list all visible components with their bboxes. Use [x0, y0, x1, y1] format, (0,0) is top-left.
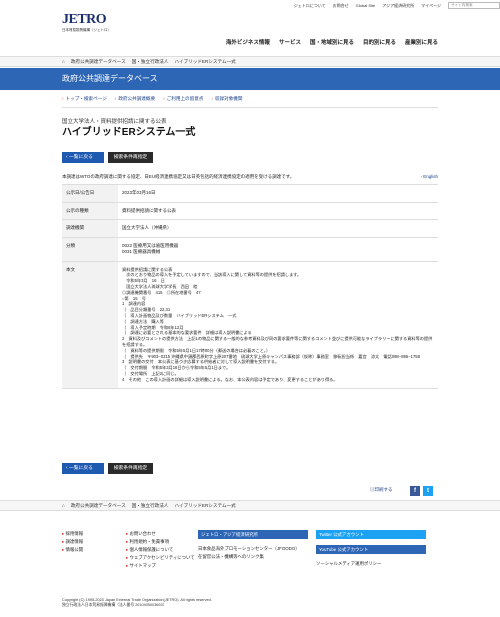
- footer-col-2: お問い合わせ 利用規約・免責事項 個人情報保護について ウェブアクセシビリティに…: [126, 530, 198, 570]
- footer-col-3: ジェトロ・アジア経済研究所 日本食品海外プロモーションセンター（JFOODO） …: [198, 530, 308, 570]
- breadcrumb-agency[interactable]: 国・独立行政法人: [132, 503, 169, 509]
- divider: [62, 107, 438, 108]
- print-link[interactable]: ▤印刷する: [370, 487, 393, 493]
- twitter-icon[interactable]: t: [423, 486, 433, 496]
- english-link[interactable]: › English: [420, 174, 438, 180]
- gnav-industry[interactable]: 産業別に見る: [405, 40, 438, 47]
- top-utility-bar: ジェトロについて お問合せ Global Site アジア経済研究所 マイページ…: [0, 0, 500, 10]
- back-to-list-button[interactable]: ‹ 一覧に戻る: [62, 152, 104, 163]
- breadcrumb: ⌂ 政府公共調達データベース 国・独立行政法人 ハイブリッドERシステム一式: [0, 56, 500, 67]
- page-title: ハイブリッドERシステム一式: [62, 127, 196, 138]
- detail-table: 公示日/公告日 2023年03月16日 公示の種類 資料提供招請に関する公表 調達機…: [62, 184, 438, 389]
- breadcrumb-agency[interactable]: 国・独立行政法人: [132, 59, 169, 65]
- footer-breadcrumb: ⌂ 政府公共調達データベース 国・独立行政法人 ハイブリッドERシステム一式: [0, 500, 500, 511]
- row-key: 調達機関: [62, 219, 118, 238]
- page-subtitle: 国立大学法人・資料提供招請に関する公表: [62, 119, 167, 125]
- copyright: Copyright (C) 1995-2023 Japan External T…: [62, 598, 212, 608]
- row-key: 公示日/公告日: [62, 184, 118, 203]
- banner-title: 政府公共調達データベース: [62, 74, 158, 83]
- jetro-logo[interactable]: JETRO 日本貿易振興機構（ジェトロ）: [62, 11, 111, 32]
- subnav-agencies[interactable]: › 収録対象機関: [211, 96, 242, 102]
- home-icon[interactable]: ⌂: [62, 503, 65, 509]
- footer-col-4: Twitter 公式アカウント YouTube 公式アカウント ソーシャルメディ…: [316, 530, 426, 570]
- table-row: 公示の種類 資料提供招請に関する公表: [62, 201, 438, 221]
- table-row: 調達機関 国立大学法人（沖縄県）: [62, 219, 438, 238]
- footer-link[interactable]: 日本食品海外プロモーションセンター（JFOODO）: [198, 545, 308, 553]
- inquiry-link[interactable]: お問合せ: [333, 3, 349, 8]
- gnav-purpose[interactable]: 目的別に見る: [363, 40, 396, 47]
- breadcrumb-current: ハイブリッドERシステム一式: [174, 59, 236, 64]
- breadcrumb-db[interactable]: 政府公共調達データベース: [71, 503, 126, 509]
- footer-link[interactable]: ウェブアクセシビリティについて: [126, 554, 198, 562]
- corp-text: 独立行政法人日本貿易振興機構（法人番号 2010405003693）: [62, 603, 167, 607]
- footer-link[interactable]: 採用情報: [62, 530, 126, 538]
- intro-text: 本調達はWTOの政府調達に関する協定、日EU経済連携協定又は日英包括的経済連携協…: [62, 174, 295, 179]
- global-nav: 海外ビジネス情報 サービス 国・地域別に見る 目的別に見る 産業別に見る: [226, 40, 438, 47]
- gnav-service[interactable]: サービス: [279, 40, 301, 47]
- ide-pill[interactable]: ジェトロ・アジア経済研究所: [198, 530, 308, 539]
- research-button-bottom[interactable]: 検索条件再指定: [108, 463, 153, 474]
- research-button[interactable]: 検索条件再指定: [108, 152, 153, 163]
- global-site-link[interactable]: Global Site: [356, 3, 376, 8]
- row-value: 資料提供招請に関する公表: [118, 201, 438, 221]
- footer-link[interactable]: サイトマップ: [126, 562, 198, 570]
- subnav-overview[interactable]: › 政府公共調達概要: [115, 96, 155, 102]
- table-row: 本文 資料提供招請に関する公表 次のとおり物品の導入を予定していますので、当該導入…: [62, 260, 438, 389]
- row-key: 公示の種類: [62, 201, 118, 221]
- subnav-top[interactable]: › トップ・検索ページ: [62, 96, 107, 102]
- row-key: 分類: [62, 236, 118, 262]
- ide-link[interactable]: アジア経済研究所: [382, 3, 414, 8]
- footer-link[interactable]: ソーシャルメディア運用ポリシー: [316, 560, 426, 568]
- breadcrumb-current: ハイブリッドERシステム一式: [174, 503, 236, 508]
- footer-links: 採用情報 調達情報 情報公開 お問い合わせ 利用規約・免責事項 個人情報保護につ…: [62, 530, 438, 570]
- subnav-notes[interactable]: › ご利用上の留意点: [163, 96, 203, 102]
- table-row: 公示日/公告日 2023年03月16日: [62, 184, 438, 203]
- site-search-input[interactable]: サイト内検索: [448, 2, 500, 9]
- mypage-link[interactable]: マイページ: [421, 3, 441, 8]
- footer-link[interactable]: 個人情報保護について: [126, 546, 198, 554]
- logo-text: JETRO: [62, 12, 107, 27]
- footer-link[interactable]: 在留官公法・機構等へのリンク集: [198, 553, 308, 561]
- row-key: 本文: [62, 260, 118, 389]
- gnav-overseas[interactable]: 海外ビジネス情報: [226, 40, 270, 47]
- about-link[interactable]: ジェトロについて: [294, 3, 326, 8]
- table-row: 分類 0022 医療用又は歯医用機器 0031 医療器具機械: [62, 236, 438, 262]
- youtube-account-pill[interactable]: YouTube 公式アカウント: [316, 545, 426, 554]
- logo-subtext: 日本貿易振興機構（ジェトロ）: [62, 27, 111, 32]
- footer-col-1: 採用情報 調達情報 情報公開: [62, 530, 126, 570]
- footer-link[interactable]: 情報公開: [62, 546, 126, 554]
- twitter-account-pill[interactable]: Twitter 公式アカウント: [316, 530, 426, 539]
- row-value: 資料提供招請に関する公表 次のとおり物品の導入を予定していますので、当該導入に関…: [118, 260, 438, 389]
- footer-link[interactable]: 利用規約・免責事項: [126, 538, 198, 546]
- share-buttons: f t: [410, 486, 433, 496]
- back-to-list-button-bottom[interactable]: ‹ 一覧に戻る: [62, 463, 104, 474]
- facebook-icon[interactable]: f: [410, 486, 420, 496]
- row-value: 0022 医療用又は歯医用機器 0031 医療器具機械: [118, 236, 438, 262]
- home-icon[interactable]: ⌂: [62, 59, 65, 65]
- section-banner: 政府公共調達データベース: [0, 68, 500, 90]
- sub-navigation: › トップ・検索ページ › 政府公共調達概要 › ご利用上の留意点 › 収録対象機関: [62, 96, 243, 102]
- row-value: 国立大学法人（沖縄県）: [118, 219, 438, 238]
- row-value: 2023年03月16日: [118, 184, 438, 203]
- breadcrumb-db[interactable]: 政府公共調達データベース: [71, 59, 126, 65]
- footer-link[interactable]: お問い合わせ: [126, 530, 198, 538]
- footer-link[interactable]: 調達情報: [62, 538, 126, 546]
- gnav-region[interactable]: 国・地域別に見る: [310, 40, 354, 47]
